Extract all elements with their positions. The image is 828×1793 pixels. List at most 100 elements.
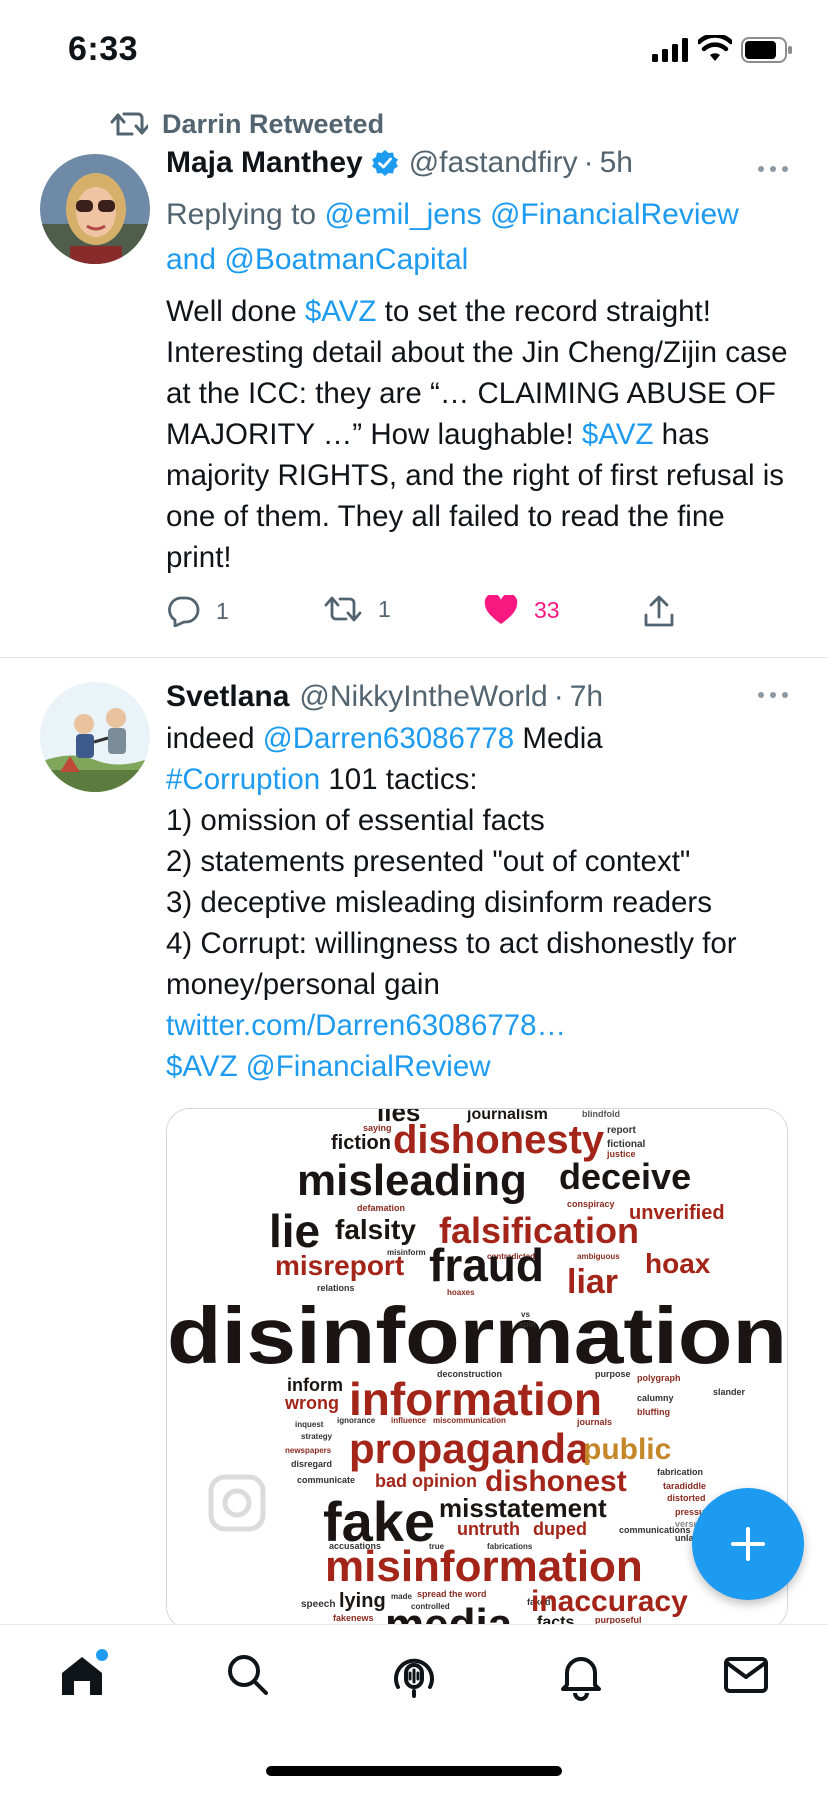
home-icon: [62, 1649, 108, 1695]
timestamp[interactable]: 5h: [600, 146, 633, 180]
text-segment: Media: [514, 722, 603, 755]
tweet-header: Maja Manthey @fastandfiry · 5h: [166, 146, 633, 180]
reply-count: 1: [216, 597, 229, 624]
retweet-banner[interactable]: Darrin Retweeted: [110, 106, 384, 142]
tab-notifications[interactable]: [555, 1649, 607, 1701]
tab-search[interactable]: [222, 1649, 274, 1701]
word: ignorance: [337, 1416, 376, 1425]
word: fiction: [331, 1132, 391, 1154]
avatar-illustration: [40, 682, 150, 792]
cashtag-link[interactable]: $AVZ: [305, 295, 377, 328]
word: slander: [713, 1387, 746, 1397]
word: wrong: [284, 1393, 339, 1413]
retweet-icon: [110, 112, 148, 136]
mention-link[interactable]: @Darren63086778: [263, 722, 514, 755]
list-item: 3) deceptive misleading disinform reader…: [166, 886, 713, 919]
mention-link[interactable]: @BoatmanCapital: [224, 243, 468, 276]
word: hoax: [645, 1248, 711, 1279]
word: communicate: [297, 1475, 355, 1485]
tweet-header: Svetlana @NikkyIntheWorld · 7h: [166, 680, 603, 714]
compose-button[interactable]: [692, 1488, 804, 1600]
word: inform: [287, 1375, 343, 1395]
home-indicator: [266, 1766, 562, 1776]
avatar[interactable]: [40, 682, 150, 792]
share-icon: [644, 595, 674, 627]
cashtag-link[interactable]: $AVZ: [166, 1050, 238, 1083]
word: disregard: [291, 1459, 332, 1469]
word: fakenews: [333, 1613, 374, 1623]
display-name[interactable]: Maja Manthey: [166, 146, 363, 180]
cashtag-link[interactable]: $AVZ: [582, 418, 654, 451]
bell-icon: [561, 1657, 601, 1701]
word: newspapers: [285, 1446, 332, 1455]
word: misleading: [297, 1156, 527, 1205]
word: deceive: [559, 1156, 691, 1197]
text-segment: indeed: [166, 722, 263, 755]
word: duped: [533, 1519, 587, 1539]
tweet-text: Well done $AVZ to set the record straigh…: [166, 291, 796, 578]
mention-link[interactable]: @FinancialReview: [246, 1050, 491, 1083]
word: disinformation: [167, 1291, 787, 1380]
word: fabrication: [657, 1467, 703, 1477]
avatar[interactable]: [40, 154, 150, 264]
mention-link[interactable]: @emil_jens: [324, 198, 481, 231]
tab-messages[interactable]: [720, 1649, 772, 1701]
status-bar: 6:33: [0, 0, 828, 100]
word: misinformation: [325, 1542, 643, 1591]
word: miscommunication: [433, 1416, 506, 1425]
display-name[interactable]: Svetlana: [166, 680, 289, 714]
word: spread the word: [417, 1589, 487, 1599]
timestamp[interactable]: 7h: [570, 680, 603, 714]
word: unverified: [629, 1202, 725, 1224]
more-icon[interactable]: [756, 164, 790, 174]
word: ambiguous: [577, 1252, 620, 1261]
reply-button[interactable]: 1: [166, 595, 229, 627]
more-icon[interactable]: [756, 690, 790, 700]
separator-dot: ·: [583, 146, 594, 179]
like-button[interactable]: 33: [484, 595, 560, 625]
text-segment: Well done: [166, 295, 305, 328]
text-segment: 101 tactics:: [320, 763, 478, 796]
word: taradiddle: [663, 1481, 706, 1491]
url-link[interactable]: twitter.com/Darren63086778…: [166, 1005, 796, 1046]
word: polygraph: [637, 1373, 681, 1383]
cellular-signal-icon: [652, 38, 688, 62]
tab-home[interactable]: [56, 1649, 108, 1701]
word: calumny: [637, 1393, 674, 1403]
word: defamation: [357, 1203, 405, 1213]
reply-context: Replying to @emil_jens @FinancialReview …: [166, 192, 796, 282]
word: bad opinion: [375, 1471, 477, 1491]
mention-link[interactable]: @FinancialReview: [490, 198, 739, 231]
word: inquest: [295, 1420, 324, 1429]
tweet-divider: [0, 657, 828, 658]
battery-icon: [741, 37, 792, 63]
retweet-button[interactable]: 1: [324, 595, 391, 623]
word: falsity: [335, 1214, 416, 1245]
status-time: 6:33: [68, 30, 139, 68]
tab-spaces[interactable]: [388, 1649, 440, 1701]
word: influence: [391, 1416, 427, 1425]
word: strategy: [301, 1432, 333, 1441]
handle[interactable]: @fastandfiry: [409, 146, 578, 180]
word: public: [583, 1433, 671, 1466]
search-icon: [228, 1655, 268, 1695]
verified-badge-icon: [371, 150, 398, 176]
text-line: indeed @Darren63086778 Media: [166, 718, 796, 759]
hashtag-link[interactable]: #Corruption: [166, 763, 320, 796]
word: fraud: [429, 1239, 544, 1291]
reply-and: and: [166, 243, 217, 276]
word: bluffing: [637, 1407, 670, 1417]
word: report: [607, 1125, 637, 1136]
avatar-photo: [40, 154, 150, 264]
word: untruth: [457, 1519, 520, 1539]
spaces-icon: [394, 1658, 434, 1698]
word: conspiracy: [567, 1199, 615, 1209]
share-button[interactable]: [644, 595, 674, 627]
retweet-banner-text: Darrin Retweeted: [162, 108, 385, 139]
list-item: 4) Corrupt: willingness to act dishonest…: [166, 927, 737, 1001]
handle[interactable]: @NikkyIntheWorld: [299, 680, 547, 714]
like-count: 33: [534, 596, 560, 623]
tweet-text: indeed @Darren63086778 Media #Corruption…: [166, 718, 796, 1087]
plus-icon: [731, 1527, 765, 1561]
word: lying: [339, 1590, 386, 1612]
